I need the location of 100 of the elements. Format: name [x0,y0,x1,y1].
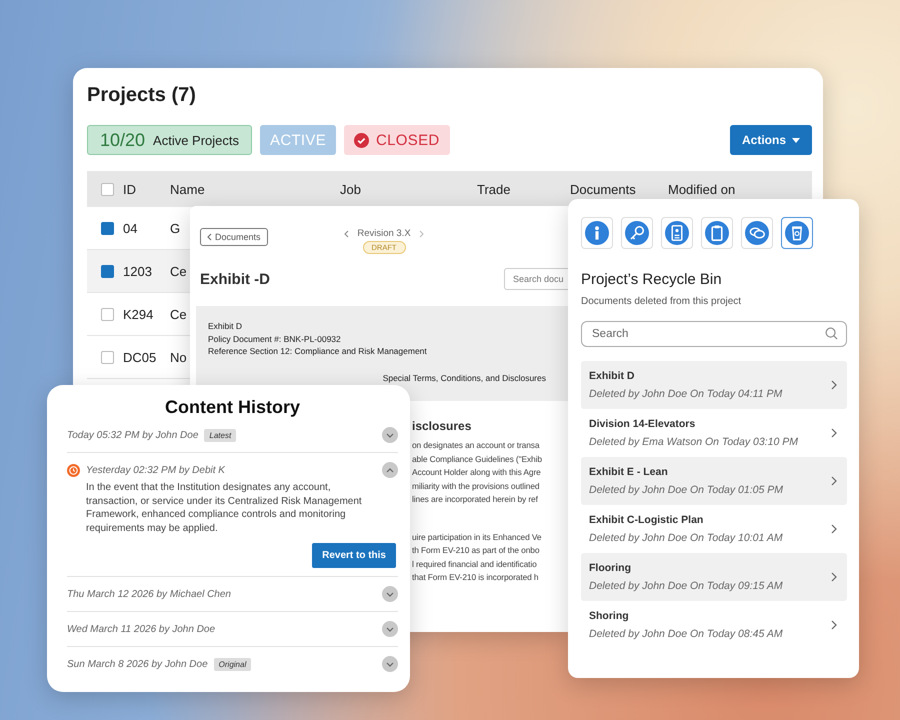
version-info: Yesterday 02:32 PM by Debit K [86,464,225,476]
column-header: Name [170,182,206,196]
chat-icon [745,221,769,245]
chevron-down-icon [386,592,394,596]
deleted-document-item[interactable]: Shoring Deleted by John Doe On Today 08:45 AM [581,601,847,649]
chevron-right-icon [831,524,837,534]
checkbox[interactable] [101,350,114,364]
deletion-info: Deleted by John Doe On Today 09:15 AM [589,580,784,592]
text-line: th Form EV-210 as part of the onbo [412,544,540,557]
version-tag: Original [214,658,252,670]
search-field[interactable]: Search [581,321,847,347]
window-title: Projects (7) [86,83,197,107]
recycle-icon [785,221,809,245]
document-name: Exhibit D [589,370,636,382]
column-header: Trade [477,182,512,196]
tool-button[interactable] [781,217,813,249]
document-name: Exhibit E - Lean [589,466,669,478]
panel-title: Project’s Recycle Bin [581,271,723,288]
text-line: on designates an account or transa [412,439,540,452]
deletion-info: Deleted by John Doe On Today 04:11 PM [589,388,784,400]
expand-toggle[interactable] [382,621,398,637]
chevron-left-icon [207,233,212,241]
chevron-down-icon [386,662,394,666]
revert-button[interactable]: Revert to this [312,543,396,568]
checkbox[interactable] [101,308,114,320]
version-info: Today 05:32 PM by John Doe [67,430,198,440]
table-cell-text: K294 [123,306,154,322]
column-header: Job [340,182,362,196]
table-cell-text: 04 [123,220,138,236]
section-heading: isclosures [412,419,472,433]
version-info: Sun March 8 2026 by John Doe [67,658,208,670]
deletion-info: Deleted by John Doe On Today 08:45 AM [589,628,784,640]
document-name: Flooring [589,562,632,574]
document-title: Exhibit -D [200,270,270,288]
deleted-document-item[interactable]: Flooring Deleted by John Doe On Today 09:15 AM [581,553,847,601]
panel-title: Content History [164,397,301,418]
check-circle-icon [354,132,370,148]
document-name: Shoring [589,610,630,622]
text-line: Account Holder along with this Agre [412,466,541,479]
chevron-down-icon [386,626,394,632]
expand-toggle[interactable] [382,656,398,672]
table-cell-text: DC05 [123,350,158,364]
chevron-right-icon [831,572,837,582]
column-header: Modified on [668,182,736,196]
text-line: able Compliance Guidelines ("Exhib [412,452,542,466]
deleted-document-item[interactable]: Exhibit E - Lean Deleted by John Doe On Today 01:05 PM [581,457,847,505]
header-line: Exhibit D [208,320,244,332]
deleted-document-item[interactable]: Exhibit C-Logistic Plan Deleted by John Doe On Today 10:01 AM [581,505,847,553]
actions-button[interactable]: Actions [730,125,812,155]
project-count: 10/20 [100,130,146,150]
version-info: Wed March 11 2026 by John Doe [67,624,216,634]
deletion-info: Deleted by John Doe On Today 10:01 AM [589,532,784,544]
table-cell-text: No [170,350,188,364]
project-count-label: Active Projects [153,132,240,148]
column-header: Documents [570,182,637,196]
deletion-info: Deleted by John Doe On Today 01:05 PM [589,484,784,496]
table-cell-text: Ce [170,306,188,322]
version-info: Thu March 12 2026 by Michael Chen [67,588,231,600]
checkbox[interactable] [101,222,114,234]
id-card-icon [665,221,689,245]
expand-toggle[interactable] [382,586,398,602]
document-name: Exhibit C-Logistic Plan [589,514,704,526]
text-line: uire participation in its Enhanced Ve [412,530,542,544]
search-field[interactable]: Search docu [504,268,568,290]
version-tag: Latest [204,428,236,442]
clipboard-icon [705,221,729,245]
text-line: miliarity with the provisions outlined [412,480,540,493]
section-title: Special Terms, Conditions, and Disclosures [382,372,546,382]
table-cell-text: 1203 [123,264,153,278]
text-line: l required financial and identificatio [412,558,537,571]
header-line: Policy Document #: BNK-PL-00932 [208,332,342,345]
deletion-info: Deleted by Ema Watson On Today 03:10 PM [589,436,799,448]
text-line: that Form EV-210 is incorporated h [412,571,538,584]
chevron-up-icon [386,468,394,472]
filter-tab[interactable]: CLOSED [344,125,450,155]
expand-toggle[interactable] [382,427,398,443]
panel-subtitle: Documents deleted from this project [581,296,742,307]
text-line: lines are incorporated herein by ref [412,493,538,506]
header-line: Reference Section 12: Compliance and Risk Management [208,345,428,358]
key-icon [625,221,649,245]
back-button[interactable]: Documents [200,228,268,246]
caret-icon [792,138,800,142]
table-cell-text: Ce [170,264,188,278]
previous-icon[interactable] [344,230,350,238]
checkbox[interactable] [101,182,114,196]
version-content: In the event that the Institution designates any account, transaction, or service under its Centralized Risk Management Framework, enhanced compliance controls and monitoring requirements may be applied. [86,481,363,535]
search-icon [825,327,838,340]
document-name: Division 14-Elevators [589,418,696,430]
expand-toggle[interactable] [382,462,398,478]
chevron-down-icon [386,432,394,438]
deleted-document-item[interactable]: Division 14-Elevators Deleted by Ema Watson On Today 03:10 PM [581,409,847,457]
chevron-right-icon [831,476,837,486]
chevron-right-icon [831,380,837,390]
revision-label: Revision 3.X [357,228,411,239]
table-row[interactable]: 1203 Ce [87,250,190,293]
table-cell-text: G [170,220,182,236]
info-icon [585,221,609,245]
checkbox[interactable] [101,264,114,278]
column-header: ID [123,182,137,196]
deleted-document-item[interactable]: Exhibit D Deleted by John Doe On Today 04:11 PM [581,361,847,409]
